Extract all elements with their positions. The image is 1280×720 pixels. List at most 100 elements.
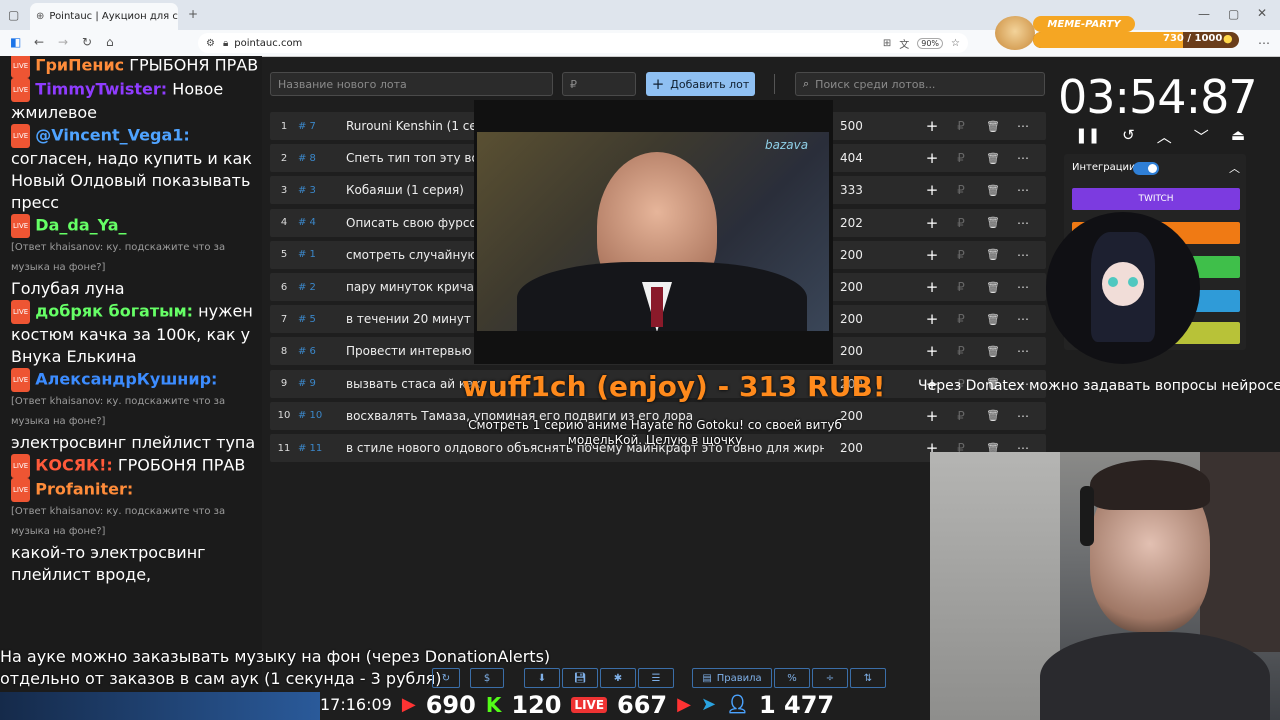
add-amount-icon[interactable]: + (920, 246, 944, 264)
search-input[interactable]: ⌕ Поиск среди лотов... (795, 72, 1045, 96)
delete-icon[interactable]: 🗑︎ (978, 248, 1008, 261)
lot-id[interactable]: # 9 (298, 378, 346, 389)
add-amount-icon[interactable]: + (920, 407, 944, 425)
sidebar-icon[interactable]: ◧ (10, 35, 21, 49)
add-amount-icon[interactable]: + (920, 310, 944, 328)
lot-id[interactable]: # 2 (298, 282, 346, 293)
lot-name-input[interactable]: Название нового лота (270, 72, 553, 96)
chat-username[interactable]: добряк богатым: (35, 302, 193, 321)
lot-id[interactable]: # 1 (298, 249, 346, 260)
lot-id[interactable]: # 11 (298, 443, 346, 454)
lot-id[interactable]: # 10 (298, 410, 346, 421)
home-icon[interactable]: ⌂ (106, 35, 114, 49)
back-icon[interactable]: ← (34, 35, 44, 49)
chat-username[interactable]: TimmyTwister: (35, 80, 167, 99)
more-options-icon[interactable]: ⋯ (1008, 248, 1038, 262)
more-options-icon[interactable]: ⋯ (1008, 280, 1038, 294)
chat-username[interactable]: КОСЯК!: (35, 456, 113, 475)
rub-icon[interactable]: ₽ (944, 312, 978, 326)
site-info-icon[interactable]: ⚙ (206, 38, 215, 49)
zoom-indicator[interactable]: 90% (917, 37, 944, 49)
add-lot-button[interactable]: + Добавить лот (646, 72, 755, 96)
amount-input[interactable]: ₽ (562, 72, 636, 96)
video-player[interactable]: bazava (477, 132, 829, 331)
max-time-icon[interactable]: ⏏ (1231, 126, 1245, 147)
delete-icon[interactable]: 🗑︎ (978, 345, 1008, 358)
lot-id[interactable]: # 6 (298, 346, 346, 357)
percent-button[interactable]: % (774, 668, 810, 688)
more-options-icon[interactable]: ⋯ (1008, 312, 1038, 326)
more-options-icon[interactable]: ⋯ (1008, 119, 1038, 133)
workspace-icon[interactable]: ▢ (8, 8, 19, 22)
delete-icon[interactable]: 🗑︎ (978, 152, 1008, 165)
delete-icon[interactable]: 🗑︎ (978, 409, 1008, 422)
chat-username[interactable]: Da_da_Ya_ (35, 216, 126, 235)
lot-id[interactable]: # 8 (298, 153, 346, 164)
rub-icon[interactable]: ₽ (944, 216, 978, 230)
lot-id[interactable]: # 4 (298, 217, 346, 228)
add-time-icon[interactable]: ︿ (1157, 126, 1172, 147)
chat-username[interactable]: @Vincent_Vega1: (35, 126, 190, 145)
close-window-icon[interactable]: ✕ (1257, 6, 1267, 20)
lot-id[interactable]: # 7 (298, 121, 346, 132)
rules-button[interactable]: ▤ Правила (692, 668, 772, 688)
reload-icon[interactable]: ↻ (82, 35, 92, 49)
browser-tab[interactable]: ⊕ Pointauc | Аукцион для стрима ✕ (30, 3, 178, 30)
split-icon: ÷ (825, 672, 835, 684)
bug-button[interactable]: ✱ (600, 668, 636, 688)
ticker-text: Через Donatex можно задавать вопросы ней… (918, 378, 1280, 394)
chat-username[interactable]: Profaniter: (35, 480, 133, 499)
save-button[interactable]: 💾︎ (562, 668, 598, 688)
translate-icon[interactable]: 文 (899, 36, 909, 51)
split-button[interactable]: ÷ (812, 668, 848, 688)
address-bar[interactable]: ⚙ 🔒︎ pointauc.com ⊞ 文 90% ☆ (198, 33, 968, 53)
rub-icon[interactable]: ₽ (944, 344, 978, 358)
rub-icon[interactable]: ₽ (944, 119, 978, 133)
pause-icon[interactable]: ❚❚ (1075, 126, 1100, 147)
add-amount-icon[interactable]: + (920, 149, 944, 167)
integration-button[interactable]: TWITCH (1072, 188, 1240, 210)
more-options-icon[interactable]: ⋯ (1008, 151, 1038, 165)
add-amount-icon[interactable]: + (920, 278, 944, 296)
integrations-toggle[interactable] (1133, 162, 1159, 175)
add-amount-icon[interactable]: + (920, 342, 944, 360)
rub-icon[interactable]: ₽ (944, 183, 978, 197)
forward-icon[interactable]: → (58, 35, 68, 49)
add-amount-icon[interactable]: + (920, 214, 944, 232)
more-options-icon[interactable]: ⋯ (1008, 409, 1038, 423)
delete-icon[interactable]: 🗑︎ (978, 313, 1008, 326)
reset-icon[interactable]: ↺ (1122, 126, 1135, 147)
delete-icon[interactable]: 🗑︎ (978, 281, 1008, 294)
add-amount-icon[interactable]: + (920, 181, 944, 199)
chat-username[interactable]: АлександрКушнир: (35, 370, 217, 389)
rub-icon[interactable]: ₽ (944, 280, 978, 294)
subtract-time-icon[interactable]: ﹀ (1194, 126, 1209, 147)
delete-icon[interactable]: 🗑︎ (978, 216, 1008, 229)
add-amount-icon[interactable]: + (920, 117, 944, 135)
rub-icon[interactable]: ₽ (944, 248, 978, 262)
avatar-eye-right (1128, 277, 1138, 287)
collapse-icon[interactable]: ︿ (1229, 160, 1240, 176)
streamer-shirt (1040, 632, 1270, 720)
donation-message: Смотреть 1 серию аниме Hayate no Gotoku!… (468, 418, 842, 447)
rub-icon[interactable]: ₽ (944, 151, 978, 165)
more-options-icon[interactable]: ⋯ (1008, 216, 1038, 230)
new-tab-icon[interactable]: + (188, 7, 198, 21)
more-options-icon[interactable]: ⋯ (1008, 183, 1038, 197)
rub-icon[interactable]: ₽ (944, 409, 978, 423)
delete-icon[interactable]: 🗑︎ (978, 184, 1008, 197)
favorite-star-icon[interactable]: ☆ (951, 38, 960, 49)
chat-username[interactable]: ГриПенис (35, 56, 124, 75)
currency-button[interactable]: $ (470, 668, 504, 688)
download-button[interactable]: ⬇ (524, 668, 560, 688)
delete-icon[interactable]: 🗑︎ (978, 120, 1008, 133)
chat-text: согласен, надо купить и как Новый Олдовы… (11, 149, 252, 212)
lot-id[interactable]: # 5 (298, 314, 346, 325)
sort-button[interactable]: ⇅ (850, 668, 886, 688)
more-options-icon[interactable]: ⋯ (1008, 344, 1038, 358)
history-button[interactable]: ☰ (638, 668, 674, 688)
lot-id[interactable]: # 3 (298, 185, 346, 196)
sync-button[interactable]: ↻ (432, 668, 460, 688)
install-icon[interactable]: ⊞ (883, 38, 891, 49)
browser-menu-icon[interactable]: ⋯ (1258, 36, 1270, 50)
